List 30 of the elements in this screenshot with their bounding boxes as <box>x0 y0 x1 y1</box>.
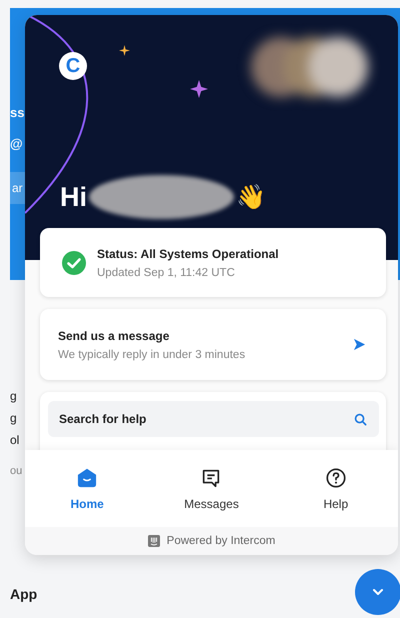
send-message-card[interactable]: Send us a message We typically reply in under 3 minutes <box>40 309 386 380</box>
help-icon <box>324 466 347 488</box>
page-text: g <box>10 390 17 402</box>
intercom-icon <box>148 535 160 547</box>
page-text: g <box>10 412 17 424</box>
wave-emoji: 👋 <box>236 182 266 212</box>
status-updated: Updated Sep 1, 11:42 UTC <box>97 266 236 278</box>
page-text: @ <box>10 137 23 150</box>
status-title: Status: All Systems Operational <box>97 246 280 260</box>
logo: C <box>59 52 87 80</box>
nav-tab[interactable]: Home <box>42 460 132 516</box>
sparkle-icon <box>119 45 130 56</box>
page-text: ou <box>10 466 22 477</box>
send-icon <box>353 338 366 351</box>
status-card[interactable]: Status: All Systems Operational Updated Sep 1, 11:42 UTC <box>40 228 386 297</box>
greeting: Hi <box>60 182 87 212</box>
nav-tab[interactable]: Messages <box>166 460 256 516</box>
search-field[interactable]: Search for help <box>48 401 379 437</box>
check-icon <box>62 250 86 274</box>
page-text: ss <box>10 106 24 119</box>
card-title: Send us a message <box>58 328 170 342</box>
sparkle-icon <box>190 80 208 98</box>
search-icon <box>354 412 367 426</box>
collapse-button[interactable] <box>355 569 400 615</box>
section-title: App <box>10 586 38 602</box>
page-text: ol <box>10 434 20 446</box>
nav-tab[interactable]: Help <box>290 460 381 516</box>
home-icon <box>76 466 98 488</box>
powered-by-text: Powered by Intercom <box>166 535 276 547</box>
card-subtitle: We typically reply in under 3 minutes <box>58 348 246 360</box>
